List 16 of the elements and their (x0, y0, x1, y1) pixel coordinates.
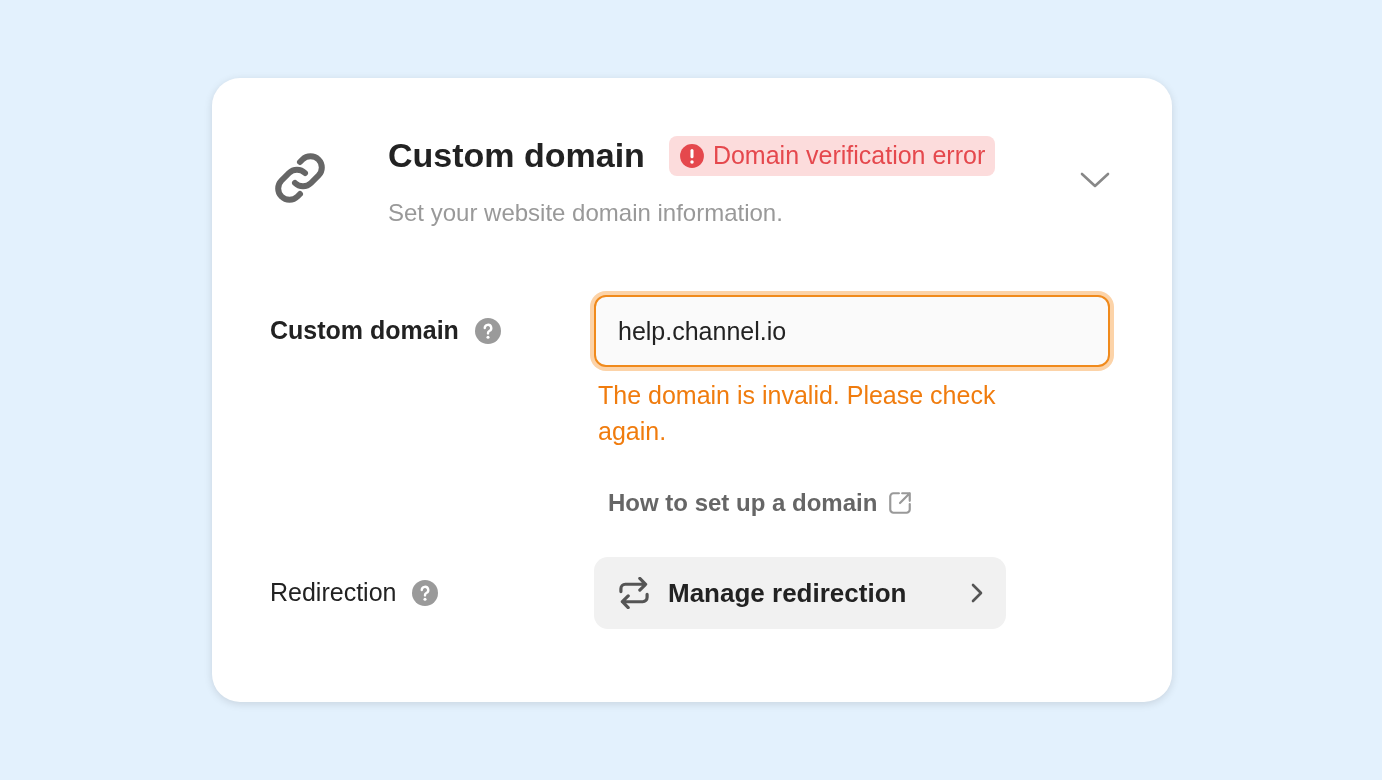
external-link-icon (887, 490, 914, 516)
help-icon[interactable] (412, 580, 439, 606)
field-label: Redirection (270, 577, 397, 609)
alert-icon (678, 142, 705, 169)
help-icon[interactable] (474, 318, 501, 344)
chevron-right-icon (970, 582, 984, 604)
error-badge: Domain verification error (668, 135, 996, 176)
domain-input-field[interactable]: help.channel.io (594, 295, 1110, 367)
chevron-down-icon[interactable] (1080, 170, 1110, 190)
repeat-icon (616, 577, 652, 609)
field-label: Custom domain (270, 315, 459, 347)
section-title: Custom domain (388, 135, 645, 176)
help-link[interactable]: How to set up a domain (608, 485, 1110, 521)
error-message: The domain is invalid. Please check again. (598, 380, 997, 447)
manage-redirection-button[interactable]: Manage redirection (594, 557, 1006, 629)
section-subtitle: Set your website domain information. (388, 198, 784, 228)
